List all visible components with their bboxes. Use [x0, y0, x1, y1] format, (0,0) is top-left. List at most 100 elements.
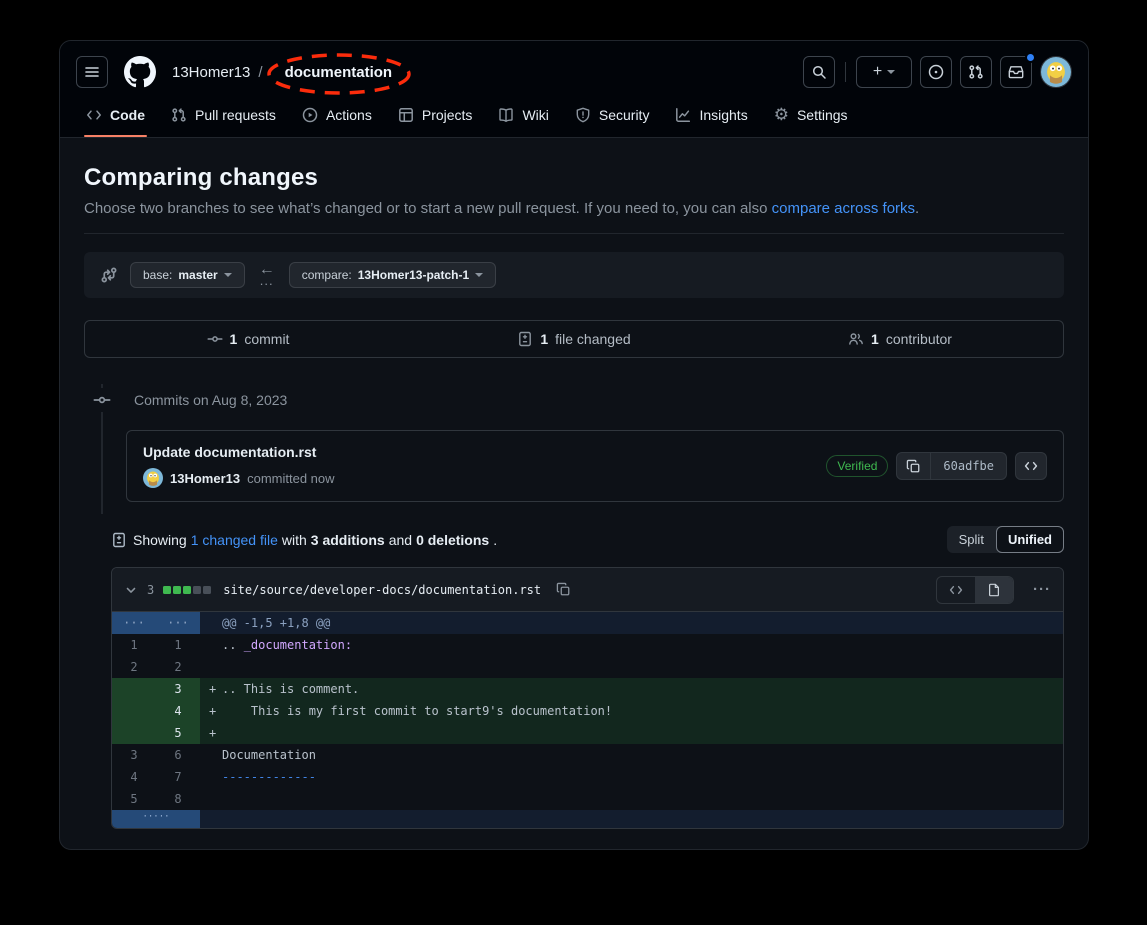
arrow-dots: ...: [260, 275, 274, 286]
line-number-new[interactable]: 3: [156, 678, 200, 700]
file-options-button[interactable]: ···: [1033, 581, 1051, 598]
tab-insights[interactable]: Insights: [665, 99, 757, 137]
line-number-old[interactable]: [112, 678, 156, 700]
commit-sha[interactable]: 60adfbe: [931, 453, 1006, 479]
diff-line-sign: [200, 788, 222, 810]
diff-row-add: 5+: [112, 722, 1063, 744]
base-branch-name: master: [178, 268, 217, 282]
tab-code-label: Code: [110, 107, 145, 123]
line-number-old[interactable]: 3: [112, 744, 156, 766]
line-number-old[interactable]: 1: [112, 634, 156, 656]
breadcrumb-repo[interactable]: documentation: [285, 64, 393, 81]
line-number-new[interactable]: 4: [156, 700, 200, 722]
copy-path-button[interactable]: [556, 582, 571, 597]
diff-file-header: 3 site/source/developer-docs/documentati…: [112, 568, 1063, 612]
pull-requests-button[interactable]: [960, 56, 992, 88]
tab-actions-label: Actions: [326, 107, 372, 123]
diff-row-context: 47 -------------: [112, 766, 1063, 788]
diff-row-context: 11.. _documentation:: [112, 634, 1063, 656]
stat-contributors-label: contributor: [886, 331, 952, 347]
line-number-new[interactable]: 8: [156, 788, 200, 810]
commit-author-link[interactable]: 13Homer13: [170, 471, 240, 486]
diff-line-sign: [200, 766, 222, 788]
diff-row-add: 3+.. This is comment.: [112, 678, 1063, 700]
breadcrumb: 13Homer13 / documentation: [172, 58, 406, 87]
table-icon: [398, 107, 414, 123]
base-branch-selector[interactable]: base: master: [130, 262, 245, 288]
user-avatar[interactable]: [1040, 56, 1072, 88]
issues-button[interactable]: [920, 56, 952, 88]
line-number-old[interactable]: [112, 700, 156, 722]
commits-section: Commits on Aug 8, 2023 Update documentat…: [84, 388, 1064, 502]
file-path: site/source/developer-docs/documentation…: [223, 583, 541, 597]
tab-actions[interactable]: Actions: [292, 99, 382, 137]
page-intro: Choose two branches to see what’s change…: [84, 200, 1064, 217]
line-number-old[interactable]: 2: [112, 656, 156, 678]
hunk-header: @@ -1,5 +1,8 @@: [200, 612, 1063, 634]
browse-code-button[interactable]: [1015, 452, 1047, 480]
commit-author-avatar[interactable]: [143, 468, 163, 488]
changed-files-link[interactable]: 1 changed file: [191, 532, 278, 548]
diff-stats-bar: 1 commit 1 file changed 1 contributor: [84, 320, 1064, 358]
tab-pull-requests[interactable]: Pull requests: [161, 99, 286, 137]
line-number-new[interactable]: 2: [156, 656, 200, 678]
stat-files-changed[interactable]: 1 file changed: [411, 331, 737, 347]
code-icon: [86, 107, 102, 123]
line-number-old[interactable]: [112, 722, 156, 744]
compare-direction: ← ...: [259, 264, 275, 286]
diffstat-block-neutral: [193, 586, 201, 594]
stat-commits[interactable]: 1 commit: [85, 331, 411, 347]
line-number-old[interactable]: 5: [112, 788, 156, 810]
diff-line-code: -------------: [222, 766, 316, 788]
tab-wiki[interactable]: Wiki: [488, 99, 558, 137]
expand-hunk-button[interactable]: ·····: [112, 810, 200, 828]
copy-sha-button[interactable]: [897, 453, 931, 479]
header-divider: [845, 62, 846, 82]
tab-security[interactable]: Security: [565, 99, 660, 137]
code-segment: ..: [222, 638, 244, 652]
compare-branch-selector[interactable]: compare: 13Homer13-patch-1: [289, 262, 496, 288]
stat-contributors[interactable]: 1 contributor: [737, 331, 1063, 347]
summary-additions: 3 additions: [311, 532, 385, 548]
collapse-file-button[interactable]: [124, 583, 138, 597]
diff-row-add: 4+ This is my first commit to start9's d…: [112, 700, 1063, 722]
unified-view-button[interactable]: Unified: [996, 526, 1064, 553]
stat-contributors-count: 1: [871, 331, 879, 347]
rich-view-button[interactable]: [975, 577, 1013, 603]
verified-badge[interactable]: Verified: [826, 455, 888, 477]
git-pull-request-icon: [171, 107, 187, 123]
diff-line-sign: [200, 744, 222, 766]
git-commit-icon: [84, 388, 120, 412]
commit-title-link[interactable]: Update documentation.rst: [143, 444, 335, 460]
diffstat-block-add: [173, 586, 181, 594]
line-number-new[interactable]: 1: [156, 634, 200, 656]
files-section: Showing 1 changed file with 3 additions …: [111, 526, 1064, 829]
hunk-gutter-new[interactable]: ···: [156, 612, 200, 634]
line-number-new[interactable]: 5: [156, 722, 200, 744]
diff-row-context: 58: [112, 788, 1063, 810]
tab-insights-label: Insights: [699, 107, 747, 123]
breadcrumb-owner[interactable]: 13Homer13: [172, 64, 250, 81]
hamburger-menu-button[interactable]: [76, 56, 108, 88]
hunk-gutter-old[interactable]: ···: [112, 612, 156, 634]
source-view-button[interactable]: [937, 577, 975, 603]
line-number-old[interactable]: 4: [112, 766, 156, 788]
github-logo[interactable]: [124, 56, 156, 88]
create-new-button[interactable]: +: [856, 56, 912, 88]
compare-across-forks-link[interactable]: compare across forks: [772, 200, 915, 217]
main-content: Comparing changes Choose two branches to…: [60, 138, 1088, 829]
tab-projects[interactable]: Projects: [388, 99, 483, 137]
diff-line-sign: [200, 634, 222, 656]
tab-code[interactable]: Code: [76, 99, 155, 137]
split-view-button[interactable]: Split: [947, 526, 996, 553]
changes-count: 3: [147, 583, 154, 597]
line-number-new[interactable]: 6: [156, 744, 200, 766]
line-number-new[interactable]: 7: [156, 766, 200, 788]
inbox-icon: [1008, 64, 1024, 80]
diff-line-code: .. This is comment.: [222, 678, 359, 700]
search-button[interactable]: [803, 56, 835, 88]
tab-settings[interactable]: ⚙ Settings: [764, 99, 858, 137]
diff-line-content: .. _documentation:: [200, 634, 1063, 656]
commit-sha-group[interactable]: 60adfbe: [896, 452, 1007, 480]
stat-commits-label: commit: [244, 331, 289, 347]
